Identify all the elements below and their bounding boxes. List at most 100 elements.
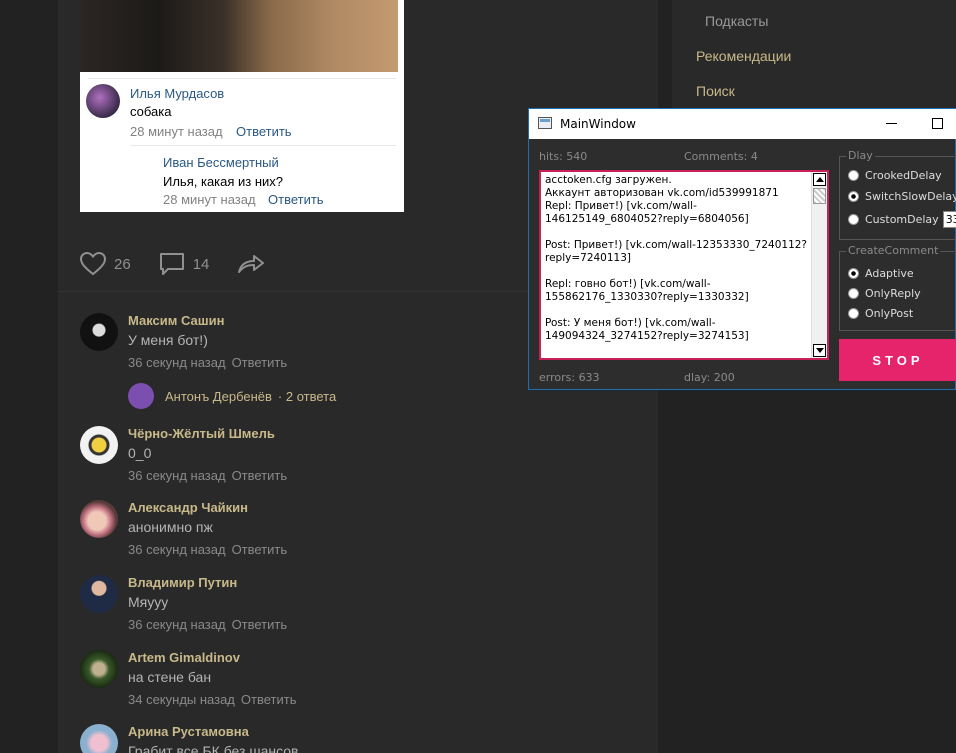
sidebar-item-recommendations[interactable]: Рекомендации <box>696 48 791 64</box>
scroll-up-icon[interactable] <box>813 173 826 186</box>
dlay-group: Dlay CrookedDelay SwitchSlowDelay Custom… <box>839 149 956 240</box>
avatar <box>128 383 154 409</box>
radio-only-reply[interactable]: OnlyReply <box>848 287 921 300</box>
scroll-thumb[interactable] <box>813 188 826 204</box>
comment-text: анонимно пж <box>128 519 213 535</box>
comment-text: Илья, какая из них? <box>163 174 284 189</box>
reply-link[interactable]: Ответить <box>232 617 288 632</box>
reply-link[interactable]: Ответить <box>232 355 288 370</box>
post-photo[interactable] <box>80 0 398 72</box>
maximize-icon[interactable] <box>932 118 943 129</box>
log-output[interactable]: acctoken.cfg загружен. Аккаунт авторизов… <box>539 170 829 360</box>
comment-author[interactable]: Александр Чайкин <box>128 500 248 515</box>
radio-crooked-delay[interactable]: CrookedDelay <box>848 169 942 182</box>
errors-label: errors: 633 <box>539 371 600 384</box>
comment-meta: 36 секунд назад Ответить <box>128 355 287 370</box>
radio-icon <box>848 268 859 279</box>
share-icon <box>238 255 265 273</box>
comment-icon <box>159 253 184 275</box>
radio-icon <box>848 214 859 225</box>
reply-link[interactable]: Ответить <box>236 124 292 139</box>
avatar[interactable] <box>80 500 118 538</box>
log-text: acctoken.cfg загружен. Аккаунт авторизов… <box>545 174 808 342</box>
window-icon <box>538 117 552 129</box>
comment-time: 34 секунды назад <box>128 692 235 707</box>
avatar[interactable] <box>80 313 118 351</box>
comment-time: 36 секунд назад <box>128 468 226 483</box>
comment-meta: 36 секунд назад Ответить <box>128 617 287 632</box>
radio-label: CrookedDelay <box>865 169 942 182</box>
comment-text: У меня бот!) <box>128 332 208 348</box>
main-window: MainWindow hits: 540 Comments: 4 acctoke… <box>528 108 956 390</box>
thread-author[interactable]: Антонъ Дербенёв <box>165 389 272 404</box>
scroll-down-icon[interactable] <box>813 344 826 357</box>
radio-label: SwitchSlowDelay <box>865 190 956 203</box>
comment-text: Грабит все БК без шансов <box>128 743 299 753</box>
comment-count: 14 <box>192 255 210 273</box>
radio-switch-slow-delay[interactable]: SwitchSlowDelay <box>848 190 956 203</box>
group-title: CreateComment <box>846 244 941 257</box>
vertical-scrollbar[interactable] <box>811 172 827 358</box>
comment-time: 36 секунд назад <box>128 542 226 557</box>
comment-author[interactable]: Максим Сашин <box>128 313 224 328</box>
reply-link[interactable]: Ответить <box>232 468 288 483</box>
window-title: MainWindow <box>560 117 636 131</box>
post-actions: 26 14 <box>80 250 301 278</box>
radio-label: CustomDelay <box>865 213 939 226</box>
radio-label: Adaptive <box>865 267 914 280</box>
comment-text: собака <box>130 104 172 119</box>
comment-text: 0_0 <box>128 445 152 461</box>
comments-count-label: Comments: 4 <box>684 150 758 163</box>
comment-author[interactable]: Чёрно-Жёлтый Шмель <box>128 426 275 441</box>
comment-text: Мяууу <box>128 594 169 610</box>
radio-custom-delay[interactable]: CustomDelay333 <box>848 211 956 228</box>
comment-meta: 34 секунды назад Ответить <box>128 692 296 707</box>
radio-icon <box>848 288 859 299</box>
sidebar: Подкасты Рекомендации Поиск <box>672 0 956 110</box>
radio-label: OnlyPost <box>865 307 914 320</box>
hits-label: hits: 540 <box>539 150 588 163</box>
radio-adaptive[interactable]: Adaptive <box>848 267 914 280</box>
comment-meta: 36 секунд назад Ответить <box>128 468 287 483</box>
comment-author[interactable]: Иван Бессмертный <box>163 155 279 170</box>
radio-only-post[interactable]: OnlyPost <box>848 307 913 320</box>
share-button[interactable] <box>237 252 273 276</box>
minimize-icon[interactable] <box>886 123 897 124</box>
group-title: Dlay <box>846 149 875 162</box>
comment-button[interactable]: 14 <box>159 252 210 276</box>
radio-label: OnlyReply <box>865 287 921 300</box>
comment-author[interactable]: Арина Рустамовна <box>128 724 249 739</box>
reply-link[interactable]: Ответить <box>232 542 288 557</box>
reply-link[interactable]: Ответить <box>241 692 297 707</box>
heart-icon <box>80 252 106 276</box>
thread-count[interactable]: · 2 ответа <box>278 389 336 404</box>
comment-time: 36 секунд назад <box>128 617 226 632</box>
comment-time: 36 секунд назад <box>128 355 226 370</box>
avatar[interactable] <box>86 84 120 118</box>
dlay-label: dlay: 200 <box>684 371 735 384</box>
comment-author[interactable]: Artem Gimaldinov <box>128 650 240 665</box>
reply-link[interactable]: Ответить <box>268 192 324 207</box>
like-button[interactable]: 26 <box>80 252 131 276</box>
comment-time: 28 минут назад <box>163 192 256 207</box>
title-bar[interactable]: MainWindow <box>529 109 956 139</box>
comment-meta: 36 секунд назад Ответить <box>128 542 287 557</box>
sidebar-item-podcasts[interactable]: Подкасты <box>705 13 768 29</box>
comment-author[interactable]: Владимир Путин <box>128 575 237 590</box>
avatar[interactable] <box>80 575 118 613</box>
divider <box>88 78 396 79</box>
comment-author[interactable]: Илья Мурдасов <box>130 86 224 101</box>
stop-button[interactable]: STOP <box>839 339 956 381</box>
avatar[interactable] <box>80 650 118 688</box>
radio-icon <box>848 308 859 319</box>
sidebar-item-search[interactable]: Поиск <box>696 83 735 99</box>
radio-icon <box>848 170 859 181</box>
like-count: 26 <box>114 255 131 273</box>
thread-replies[interactable]: Антонъ Дербенёв · 2 ответа <box>128 383 336 409</box>
avatar[interactable] <box>80 426 118 464</box>
divider <box>130 145 396 146</box>
comment-text: на стене бан <box>128 669 212 685</box>
custom-delay-input[interactable]: 333 <box>942 211 956 228</box>
radio-icon <box>848 191 859 202</box>
post-image-card: Илья Мурдасов собака 28 минут назад Отве… <box>80 0 404 212</box>
